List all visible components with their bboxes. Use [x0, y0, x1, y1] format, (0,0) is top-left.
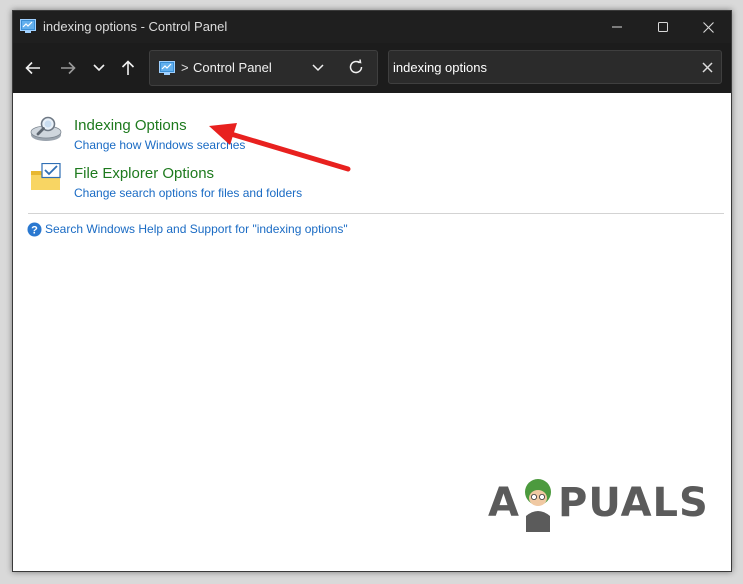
minimize-icon	[612, 26, 622, 28]
indexing-options-link[interactable]: Indexing Options	[74, 117, 187, 134]
breadcrumb-separator[interactable]: >	[181, 60, 189, 75]
close-button[interactable]	[685, 11, 731, 43]
clear-search-button[interactable]	[702, 60, 713, 78]
close-icon	[702, 62, 713, 73]
watermark-mascot-icon	[518, 476, 558, 539]
search-input-value[interactable]: indexing options	[393, 60, 487, 75]
chevron-down-icon	[93, 64, 105, 72]
arrow-left-icon	[25, 61, 40, 75]
search-input[interactable]: indexing options	[388, 50, 722, 84]
control-panel-icon	[20, 19, 36, 38]
close-icon	[702, 21, 714, 33]
recent-locations-button[interactable]	[86, 56, 112, 80]
back-button[interactable]	[20, 56, 46, 80]
minimize-button[interactable]	[594, 11, 640, 43]
watermark-text-right: PUALS	[558, 480, 709, 526]
refresh-icon	[349, 59, 363, 74]
arrow-up-icon	[121, 60, 135, 75]
forward-button[interactable]	[55, 56, 81, 80]
address-bar[interactable]: > Control Panel	[149, 50, 378, 86]
svg-text:?: ?	[31, 225, 38, 237]
maximize-icon	[658, 22, 668, 32]
refresh-button[interactable]	[348, 59, 364, 80]
arrow-right-icon	[61, 61, 76, 75]
address-dropdown-button[interactable]	[312, 60, 324, 79]
navigation-bar: > Control Panel indexing options	[13, 43, 731, 93]
watermark-text-left: A	[488, 480, 520, 526]
control-panel-icon	[159, 61, 175, 80]
window-title: indexing options - Control Panel	[43, 19, 228, 34]
breadcrumb[interactable]: Control Panel	[193, 60, 272, 75]
help-search-text[interactable]: Search Windows Help and Support for "ind…	[45, 222, 348, 236]
file-explorer-options-link[interactable]: File Explorer Options	[74, 165, 214, 182]
result-item-file-explorer-options[interactable]: File Explorer Options Change search opti…	[13, 141, 731, 200]
title-bar[interactable]: indexing options - Control Panel	[13, 11, 731, 43]
appuals-watermark: A PUALS	[488, 470, 708, 540]
chevron-down-icon	[312, 64, 324, 72]
file-explorer-options-icon	[29, 162, 63, 198]
up-button[interactable]	[115, 56, 141, 80]
results-divider	[28, 213, 724, 214]
help-icon: ?	[27, 222, 42, 242]
file-explorer-options-description[interactable]: Change search options for files and fold…	[74, 186, 302, 200]
maximize-button[interactable]	[640, 11, 686, 43]
result-item-indexing-options[interactable]: Indexing Options Change how Windows sear…	[13, 93, 731, 152]
